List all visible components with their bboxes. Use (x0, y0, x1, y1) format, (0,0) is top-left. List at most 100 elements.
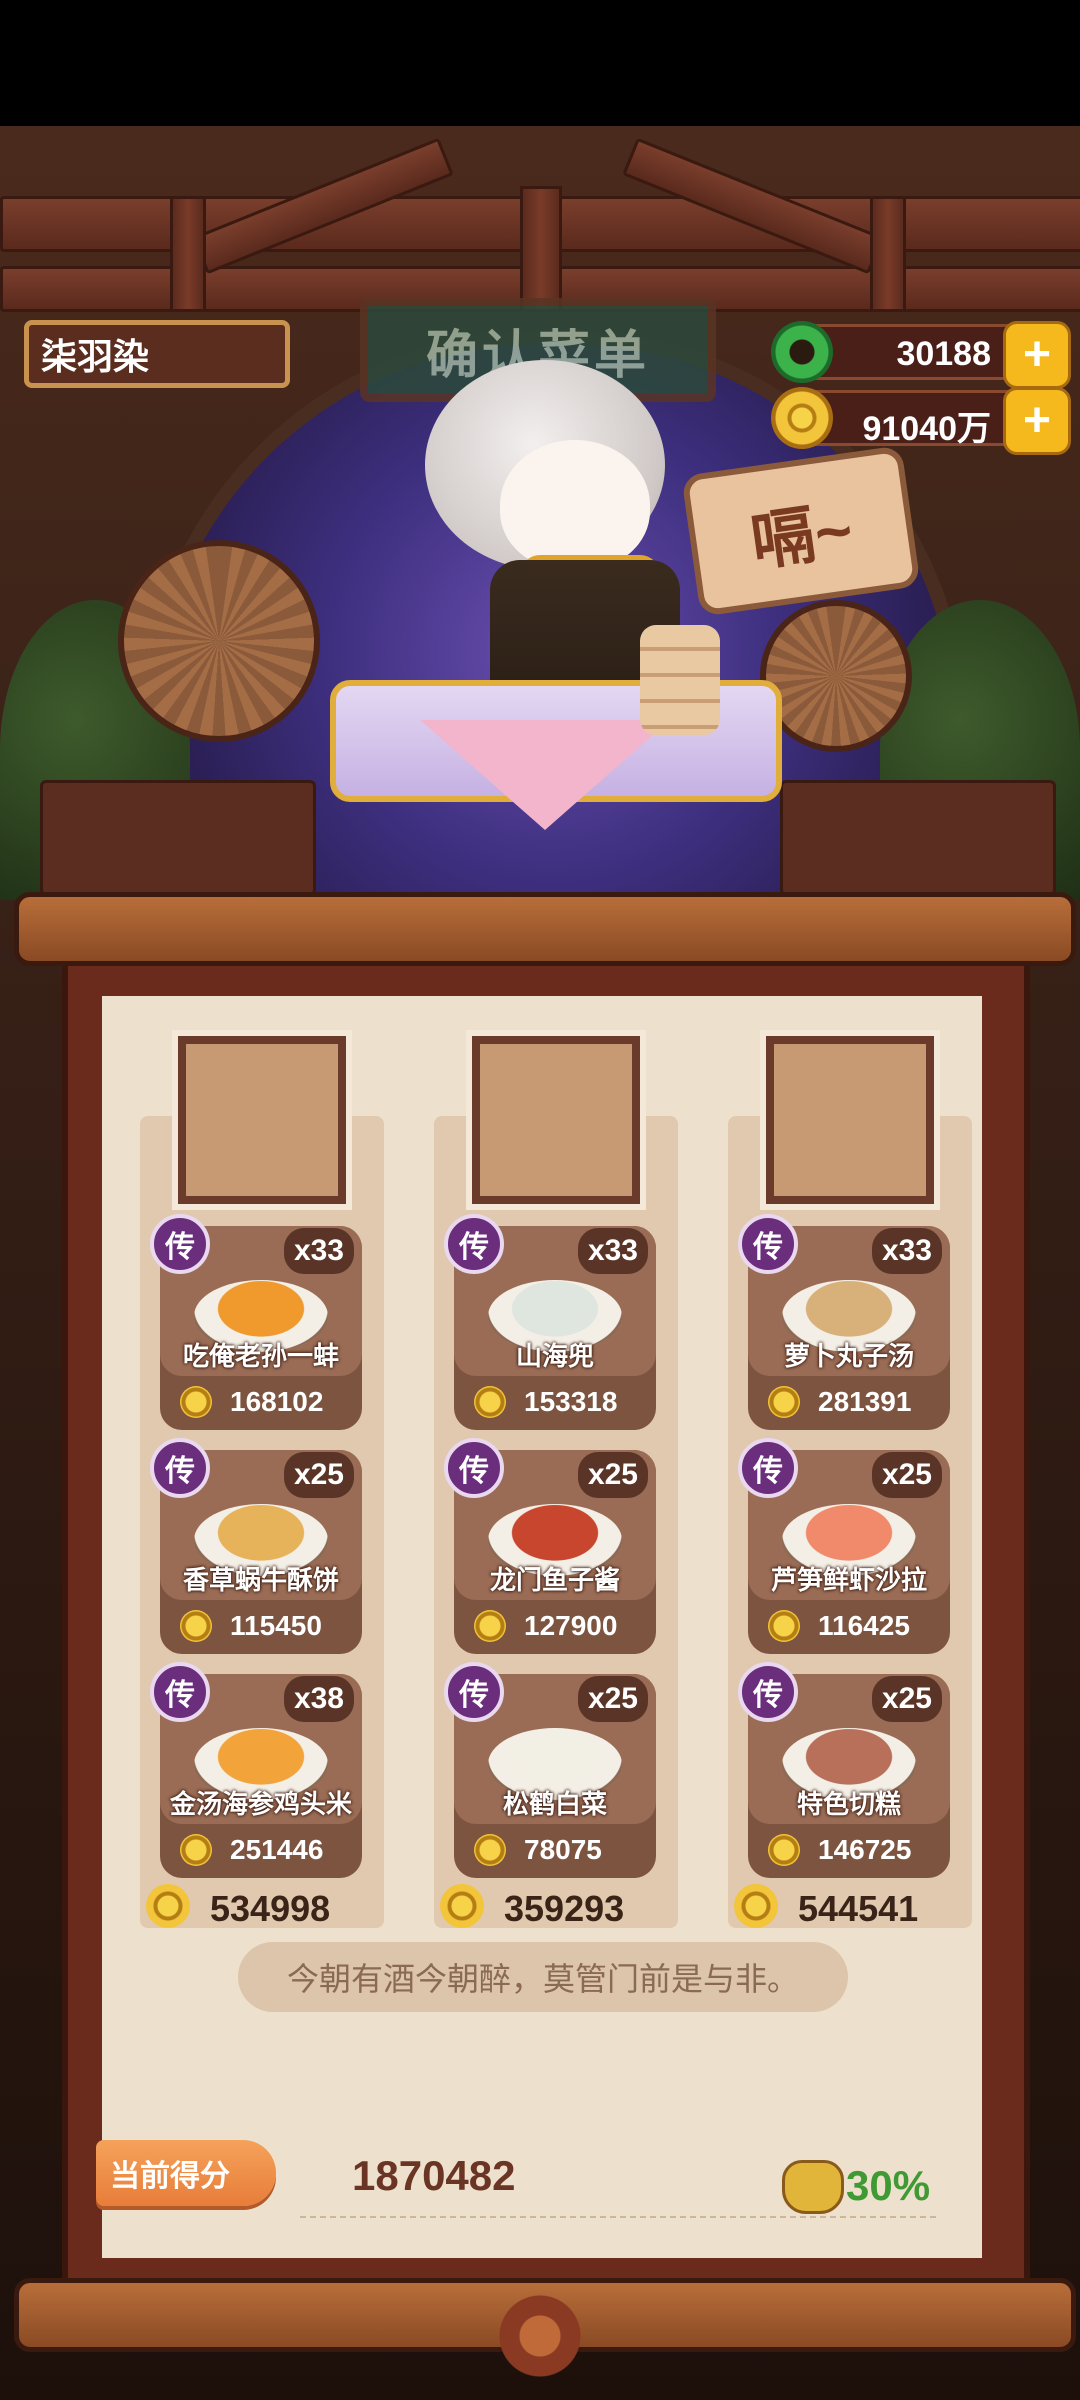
column-total-value: 534998 (210, 1888, 331, 1929)
jade-icon (771, 321, 833, 383)
roof-post (520, 186, 562, 312)
dish-price-value: 251446 (230, 1834, 324, 1865)
coin-icon (474, 1610, 506, 1642)
dish-quantity: x33 (871, 1228, 942, 1274)
legendary-badge: 传 (738, 1662, 798, 1722)
dish-quantity: x25 (871, 1452, 942, 1498)
coin-icon (768, 1386, 800, 1418)
legendary-badge: 传 (444, 1214, 504, 1274)
dish-price-value: 168102 (230, 1386, 324, 1417)
legendary-badge: 传 (444, 1438, 504, 1498)
guest-portrait[interactable] (766, 1036, 934, 1204)
dish-card[interactable]: 传 x25 龙门鱼子酱 127900 (444, 1438, 656, 1654)
dish-quantity: x38 (283, 1676, 354, 1722)
dish-name: 金汤海参鸡头米 (169, 1789, 352, 1819)
column-total: 544541 (734, 1882, 964, 1932)
dish-card[interactable]: 传 x25 香草蜗牛酥饼 115450 (150, 1438, 362, 1654)
roof-post (870, 196, 906, 312)
coin-icon (474, 1386, 506, 1418)
dish-price: 78075 (454, 1828, 656, 1872)
column-total-value: 544541 (798, 1888, 919, 1929)
dish-card[interactable]: 传 x33 吃俺老孙一蚌 168102 (150, 1214, 362, 1430)
bonus-pot-icon (782, 2160, 844, 2214)
dish-quantity: x33 (283, 1228, 354, 1274)
tassel-knot-icon (482, 2272, 598, 2400)
add-coin-button[interactable]: + (1003, 387, 1071, 455)
dish-quantity: x25 (577, 1676, 648, 1722)
coin-icon (474, 1834, 506, 1866)
coin-icon (734, 1884, 778, 1928)
dish-card[interactable]: 传 x25 芦笋鲜虾沙拉 116425 (738, 1438, 950, 1654)
guest-portrait[interactable] (472, 1036, 640, 1204)
dish-price: 146725 (748, 1828, 950, 1872)
current-score-button[interactable]: 当前得分 (96, 2140, 276, 2206)
dish-quantity: x25 (577, 1452, 648, 1498)
dish-price-value: 281391 (818, 1386, 912, 1417)
dish-price: 251446 (160, 1828, 362, 1872)
chef-character-face (500, 440, 650, 570)
dish-price-value: 146725 (818, 1834, 912, 1865)
roof-post (170, 196, 206, 312)
coin-icon (768, 1610, 800, 1642)
coin-counter: 91040万 + (771, 387, 1071, 455)
legendary-badge: 传 (738, 1438, 798, 1498)
dish-card[interactable]: 传 x25 特色切糕 146725 (738, 1662, 950, 1878)
dish-name: 萝卜丸子汤 (783, 1341, 914, 1371)
dish-price: 127900 (454, 1604, 656, 1648)
current-score-value: 1870482 (352, 2152, 516, 2199)
dish-card[interactable]: 传 x25 松鹤白菜 78075 (444, 1662, 656, 1878)
coin-icon (440, 1884, 484, 1928)
dish-name: 龙门鱼子酱 (489, 1565, 620, 1595)
dish-quantity: x33 (577, 1228, 648, 1274)
quote-banner: 今朝有酒今朝醉，莫管门前是与非。 (238, 1942, 848, 2012)
dish-name: 吃俺老孙一蚌 (182, 1341, 339, 1371)
dish-name: 特色切糕 (796, 1789, 901, 1819)
bonus-percent: 30% (846, 2162, 931, 2209)
legendary-badge: 传 (150, 1662, 210, 1722)
legendary-badge: 传 (738, 1214, 798, 1274)
fence-right (780, 780, 1056, 896)
scroll-top-rod (14, 892, 1076, 966)
add-jade-button[interactable]: + (1003, 321, 1071, 389)
dish-name: 芦笋鲜虾沙拉 (770, 1565, 927, 1595)
dish-price-value: 116425 (818, 1610, 910, 1641)
legendary-badge: 传 (150, 1438, 210, 1498)
legendary-badge: 传 (150, 1214, 210, 1274)
column-total-value: 359293 (504, 1888, 625, 1929)
coin-amount: 91040万 (862, 410, 991, 448)
dish-name: 山海兜 (515, 1341, 594, 1371)
coin-icon (768, 1834, 800, 1866)
fan-right (760, 600, 912, 752)
dish-price-value: 127900 (524, 1610, 618, 1641)
column-total: 534998 (146, 1882, 376, 1932)
dish-price: 153318 (454, 1380, 656, 1424)
score-underline (300, 2216, 940, 2218)
dish-price: 168102 (160, 1380, 362, 1424)
coin-icon (146, 1884, 190, 1928)
fan-left (118, 540, 320, 742)
dish-quantity: x25 (283, 1452, 354, 1498)
dish-quantity: x25 (871, 1676, 942, 1722)
player-name-box[interactable]: 柒羽染 (24, 320, 290, 388)
dish-price: 281391 (748, 1380, 950, 1424)
dish-price-value: 78075 (524, 1834, 602, 1865)
legendary-badge: 传 (444, 1662, 504, 1722)
dish-name: 香草蜗牛酥饼 (182, 1565, 339, 1595)
column-total: 359293 (440, 1882, 670, 1932)
dish-card[interactable]: 传 x33 山海兜 153318 (444, 1214, 656, 1430)
dish-price: 116425 (748, 1604, 950, 1648)
fence-left (40, 780, 316, 896)
dish-name: 松鹤白菜 (502, 1789, 607, 1819)
bowl-stack (640, 625, 720, 735)
dish-price-value: 153318 (524, 1386, 618, 1417)
jade-counter: 30188 + (771, 321, 1071, 389)
dish-price: 115450 (160, 1604, 362, 1648)
coin-icon (180, 1386, 212, 1418)
coin-icon (180, 1610, 212, 1642)
dish-price-value: 115450 (230, 1610, 322, 1641)
dish-card[interactable]: 传 x33 萝卜丸子汤 281391 (738, 1214, 950, 1430)
jade-amount: 30188 (896, 335, 991, 373)
coin-icon (771, 387, 833, 449)
dish-card[interactable]: 传 x38 金汤海参鸡头米 251446 (150, 1662, 362, 1878)
guest-portrait[interactable] (178, 1036, 346, 1204)
